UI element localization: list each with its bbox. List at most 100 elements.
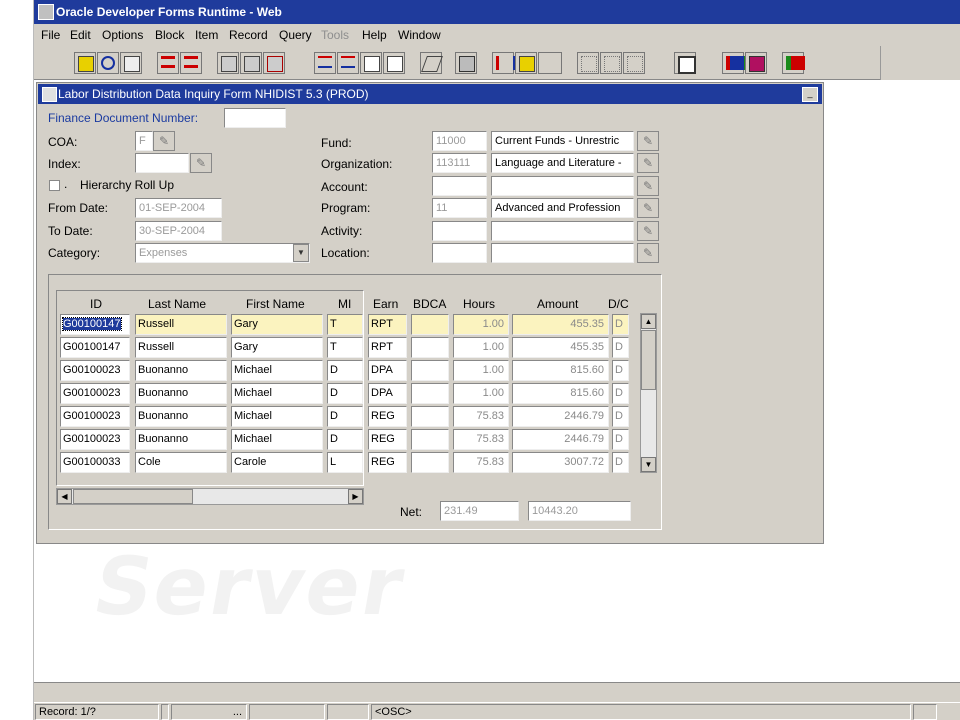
menu-item[interactable]: Item xyxy=(195,28,218,42)
cell-earn[interactable]: REG xyxy=(368,452,407,473)
duplicate-record-button[interactable] xyxy=(360,52,382,74)
next-block-button[interactable] xyxy=(180,52,202,74)
horizontal-scrollbar[interactable]: ◀ ▶ xyxy=(56,488,364,505)
vertical-scrollbar[interactable]: ▲ ▼ xyxy=(640,313,657,473)
finance-doc-input[interactable] xyxy=(224,108,286,128)
menu-block[interactable]: Block xyxy=(155,28,184,42)
account-code-input[interactable] xyxy=(432,176,487,196)
cell-dc[interactable]: D xyxy=(612,383,629,404)
fund-lov-button[interactable]: ✎ xyxy=(637,131,659,151)
previous-block-button[interactable] xyxy=(157,52,179,74)
cell-last-name[interactable]: Buonanno xyxy=(135,383,227,404)
exit-button[interactable] xyxy=(120,52,142,74)
cell-first-name[interactable]: Gary xyxy=(231,337,323,358)
cell-earn[interactable]: DPA xyxy=(368,360,407,381)
cell-amount[interactable]: 2446.79 xyxy=(512,406,609,427)
cell-first-name[interactable]: Michael xyxy=(231,429,323,450)
activity-lov-button[interactable]: ✎ xyxy=(637,221,659,241)
program-code-input[interactable]: 11 xyxy=(432,198,487,218)
coa-input[interactable]: F xyxy=(135,131,153,151)
cell-bdca[interactable] xyxy=(411,452,449,473)
cell-hours[interactable]: 1.00 xyxy=(453,337,509,358)
cell-first-name[interactable]: Michael xyxy=(231,383,323,404)
cell-dc[interactable]: D xyxy=(612,314,629,335)
delete-record-button[interactable] xyxy=(263,52,285,74)
org-lov-button[interactable]: ✎ xyxy=(637,153,659,173)
print-button[interactable] xyxy=(455,52,477,74)
previous-record-button[interactable] xyxy=(217,52,239,74)
activity-code-input[interactable] xyxy=(432,221,487,241)
cell-last-name[interactable]: Cole xyxy=(135,452,227,473)
menu-file[interactable]: File xyxy=(41,28,60,42)
cell-id[interactable]: G00100023 xyxy=(60,360,130,381)
cell-dc[interactable]: D xyxy=(612,452,629,473)
cell-mi[interactable]: D xyxy=(327,429,363,450)
cell-amount[interactable]: 2446.79 xyxy=(512,429,609,450)
scroll-right-icon[interactable]: ▶ xyxy=(348,489,363,504)
cell-bdca[interactable] xyxy=(411,429,449,450)
cell-earn[interactable]: RPT xyxy=(368,314,407,335)
cell-bdca[interactable] xyxy=(411,337,449,358)
cell-hours[interactable]: 75.83 xyxy=(453,429,509,450)
cell-mi[interactable]: T xyxy=(327,337,363,358)
cell-mi[interactable]: D xyxy=(327,406,363,427)
menu-edit[interactable]: Edit xyxy=(70,28,91,42)
cell-bdca[interactable] xyxy=(411,406,449,427)
scroll-thumb[interactable] xyxy=(641,330,656,390)
cell-mi[interactable]: D xyxy=(327,383,363,404)
cell-id[interactable]: G00100147 xyxy=(60,337,130,358)
cell-earn[interactable]: REG xyxy=(368,429,407,450)
insert-record-button[interactable] xyxy=(314,52,336,74)
cell-id[interactable]: G00100023 xyxy=(60,429,130,450)
cell-id[interactable]: G00100023 xyxy=(60,406,130,427)
windows-button[interactable] xyxy=(674,52,696,74)
org-code-input[interactable]: 113111 xyxy=(432,153,487,173)
location-code-input[interactable] xyxy=(432,243,487,263)
cell-id[interactable]: G00100033 xyxy=(60,452,130,473)
hscroll-thumb[interactable] xyxy=(73,489,193,504)
cell-last-name[interactable]: Russell xyxy=(135,314,227,335)
hierarchy-checkbox[interactable] xyxy=(49,180,60,191)
cell-first-name[interactable]: Michael xyxy=(231,406,323,427)
cell-earn[interactable]: DPA xyxy=(368,383,407,404)
menu-window[interactable]: Window xyxy=(398,28,441,42)
program-lov-button[interactable]: ✎ xyxy=(637,198,659,218)
category-select[interactable]: Expenses xyxy=(135,243,310,263)
minimize-button[interactable]: _ xyxy=(802,87,818,102)
cell-first-name[interactable]: Michael xyxy=(231,360,323,381)
cell-mi[interactable]: T xyxy=(327,314,363,335)
calc-button[interactable] xyxy=(515,52,537,74)
next-record-button[interactable] xyxy=(240,52,262,74)
cell-hours[interactable]: 1.00 xyxy=(453,383,509,404)
cell-amount[interactable]: 815.60 xyxy=(512,383,609,404)
remove-record-button[interactable] xyxy=(337,52,359,74)
cell-id[interactable]: G00100023 xyxy=(60,383,130,404)
cell-hours[interactable]: 1.00 xyxy=(453,360,509,381)
cell-dc[interactable]: D xyxy=(612,406,629,427)
chevron-down-icon[interactable]: ▼ xyxy=(293,244,309,262)
cell-dc[interactable]: D xyxy=(612,337,629,358)
from-date-input[interactable]: 01-SEP-2004 xyxy=(135,198,222,218)
menu-options[interactable]: Options xyxy=(102,28,143,42)
menu-help[interactable]: Help xyxy=(362,28,387,42)
cell-amount[interactable]: 3007.72 xyxy=(512,452,609,473)
coa-lov-button[interactable]: ✎ xyxy=(153,131,175,151)
help-book-button[interactable] xyxy=(745,52,767,74)
index-lov-button[interactable]: ✎ xyxy=(190,153,212,173)
scroll-left-icon[interactable]: ◀ xyxy=(57,489,72,504)
index-input[interactable] xyxy=(135,153,189,173)
cell-id[interactable]: G00100147 xyxy=(60,314,130,335)
cell-amount[interactable]: 455.35 xyxy=(512,314,609,335)
scroll-up-icon[interactable]: ▲ xyxy=(641,314,656,329)
to-date-input[interactable]: 30-SEP-2004 xyxy=(135,221,222,241)
cell-mi[interactable]: L xyxy=(327,452,363,473)
cell-hours[interactable]: 75.83 xyxy=(453,452,509,473)
cell-last-name[interactable]: Buonanno xyxy=(135,360,227,381)
cell-amount[interactable]: 815.60 xyxy=(512,360,609,381)
location-lov-button[interactable]: ✎ xyxy=(637,243,659,263)
cell-first-name[interactable]: Carole xyxy=(231,452,323,473)
cell-last-name[interactable]: Buonanno xyxy=(135,429,227,450)
cell-earn[interactable]: REG xyxy=(368,406,407,427)
chart-button[interactable] xyxy=(492,52,516,74)
exit-form-button[interactable] xyxy=(782,52,805,74)
